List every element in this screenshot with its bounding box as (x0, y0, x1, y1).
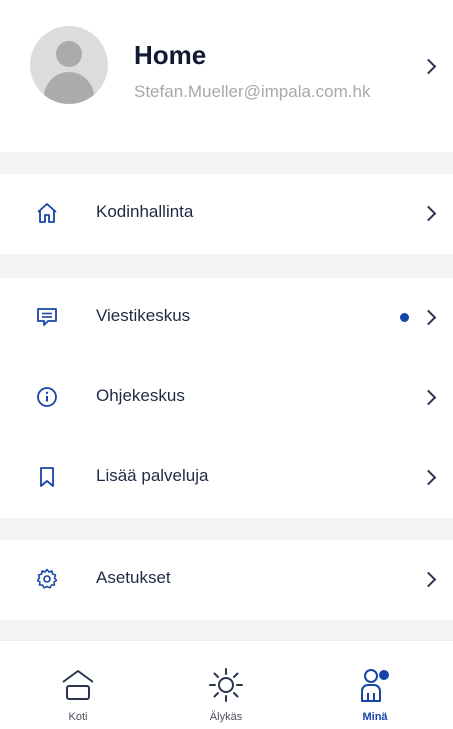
menu-item-more-services[interactable]: Lisää palveluja (0, 438, 453, 518)
chevron-right-icon (420, 469, 437, 486)
menu-item-settings[interactable]: Asetukset (0, 540, 453, 620)
message-icon (37, 308, 57, 326)
chevron-right-icon (420, 205, 437, 222)
profile-header[interactable]: Home Stefan.Mueller@impala.com.hk (0, 0, 453, 152)
avatar-body-shape (44, 72, 94, 104)
chevron-right-icon (420, 309, 437, 326)
menu-item-label: Asetukset (96, 568, 171, 587)
sun-icon (209, 668, 243, 702)
tab-label: Älykäs (209, 711, 243, 723)
home-tab-icon (62, 670, 94, 700)
menu-item-label: Lisää palveluja (96, 466, 209, 485)
section-divider (0, 620, 453, 640)
chevron-right-icon (420, 58, 437, 75)
menu-item-home-management[interactable]: Kodinhallinta (0, 174, 453, 254)
tab-home[interactable]: Koti (18, 641, 138, 729)
menu-item-label: Ohjekeskus (96, 386, 185, 405)
chevron-right-icon (420, 571, 437, 588)
menu-item-label: Viestikeskus (96, 306, 191, 325)
section-divider (0, 518, 453, 540)
bookmark-icon (40, 467, 54, 487)
profile-email: Stefan.Mueller@impala.com.hk (134, 82, 371, 101)
section-divider (0, 152, 453, 174)
menu-item-help-center[interactable]: Ohjekeskus (0, 358, 453, 438)
unread-dot (400, 313, 409, 322)
chevron-right-icon (420, 389, 437, 406)
menu-item-message-center[interactable]: Viestikeskus (0, 278, 453, 358)
menu-item-label: Kodinhallinta (96, 202, 194, 221)
tab-label: Minä (362, 711, 388, 723)
tab-me[interactable]: Minä (315, 641, 435, 729)
house-icon (37, 203, 57, 223)
avatar (30, 26, 108, 104)
tab-smart[interactable]: Älykäs (166, 641, 286, 729)
section-divider (0, 254, 453, 278)
info-icon (37, 387, 57, 407)
profile-icon (361, 669, 389, 702)
gear-icon (36, 568, 58, 589)
tab-label: Koti (68, 711, 88, 723)
profile-name: Home (134, 40, 207, 70)
avatar-head-shape (56, 41, 82, 67)
bottom-tab-bar: Koti Älykäs Minä (0, 640, 453, 729)
